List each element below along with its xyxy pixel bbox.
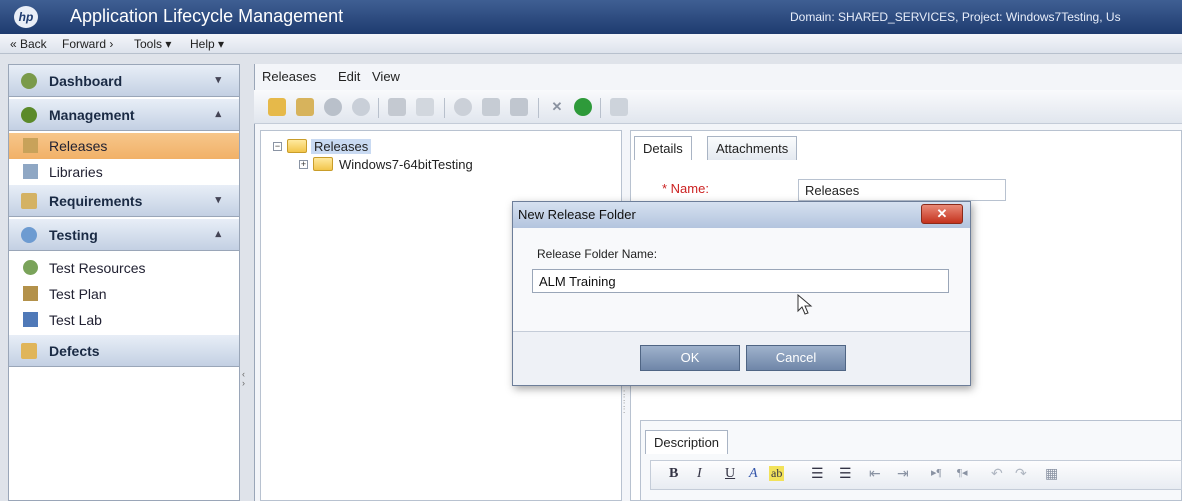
edit-menu[interactable]: Edit bbox=[338, 69, 360, 84]
tree-node-label: Releases bbox=[311, 139, 372, 154]
font-color-button[interactable]: A bbox=[749, 466, 758, 482]
sidebar-group-label: Defects bbox=[49, 343, 100, 359]
sidebar-item-label: Libraries bbox=[49, 164, 103, 180]
sidebar-item-libraries[interactable]: Libraries bbox=[9, 159, 239, 185]
sidebar: Dashboard ▾ Management ▴ Releases Librar… bbox=[8, 64, 240, 501]
rich-text-toolbar: B I U A ab ☰ ☰ ⇤ ⇥ ▸¶ ¶◂ ↶ ↷ ▦ bbox=[650, 460, 1182, 490]
new-folder-icon[interactable] bbox=[268, 98, 286, 116]
chevron-down-icon: ▾ bbox=[215, 194, 221, 206]
tree-node-label: Windows7-64bitTesting bbox=[339, 157, 473, 172]
sidebar-group-requirements[interactable]: Requirements ▾ bbox=[9, 185, 239, 217]
refresh-cycle-icon[interactable] bbox=[352, 98, 370, 116]
back-button[interactable]: « Back bbox=[10, 37, 47, 51]
name-field-label: * Name: bbox=[662, 181, 709, 196]
sidebar-group-label: Requirements bbox=[49, 193, 143, 209]
delete-icon[interactable]: ✕ bbox=[548, 98, 566, 116]
management-icon bbox=[21, 107, 37, 123]
undo-icon[interactable]: ↶ bbox=[991, 466, 1003, 483]
italic-button[interactable]: I bbox=[697, 466, 702, 482]
underline-button[interactable]: U bbox=[725, 466, 735, 482]
name-field[interactable]: Releases bbox=[798, 179, 1006, 201]
schedule-icon[interactable] bbox=[454, 98, 472, 116]
ok-button[interactable]: OK bbox=[640, 345, 740, 371]
ltr-icon[interactable]: ▸¶ bbox=[931, 466, 942, 479]
sidebar-item-test-plan[interactable]: Test Plan bbox=[9, 281, 239, 307]
bullet-list-icon[interactable]: ☰ bbox=[811, 466, 824, 483]
libraries-icon bbox=[23, 164, 38, 179]
folder-icon bbox=[287, 139, 307, 153]
top-menu-bar: « Back Forward › Tools ▾ Help ▾ bbox=[0, 34, 1182, 54]
mouse-cursor-icon bbox=[797, 294, 813, 315]
help-menu[interactable]: Help ▾ bbox=[190, 37, 224, 51]
cut-icon[interactable] bbox=[388, 98, 406, 116]
sidebar-item-test-lab[interactable]: Test Lab bbox=[9, 307, 239, 333]
numbered-list-icon[interactable]: ☰ bbox=[839, 466, 852, 483]
dashboard-icon bbox=[21, 73, 37, 89]
details-icon[interactable] bbox=[610, 98, 628, 116]
app-title: Application Lifecycle Management bbox=[70, 6, 344, 26]
chevron-up-icon: ▴ bbox=[215, 228, 221, 240]
sidebar-group-defects[interactable]: Defects bbox=[9, 335, 239, 367]
defects-icon bbox=[21, 343, 37, 359]
folder-icon bbox=[313, 157, 333, 171]
sidebar-item-test-resources[interactable]: Test Resources bbox=[9, 255, 239, 281]
highlight-button[interactable]: ab bbox=[769, 466, 785, 481]
hp-logo-icon: hp bbox=[14, 6, 38, 28]
move-right-icon[interactable] bbox=[510, 98, 528, 116]
module-toolbar: ✕ bbox=[254, 90, 1182, 124]
title-bar: hp Application Lifecycle Management Doma… bbox=[0, 0, 1182, 34]
paste-icon[interactable] bbox=[416, 98, 434, 116]
domain-project-info: Domain: SHARED_SERVICES, Project: Window… bbox=[790, 10, 1121, 24]
new-release-icon[interactable] bbox=[296, 98, 314, 116]
sidebar-item-releases[interactable]: Releases bbox=[9, 133, 239, 159]
new-cycle-icon[interactable] bbox=[324, 98, 342, 116]
test-plan-icon bbox=[23, 286, 38, 301]
chevron-up-icon: ▴ bbox=[215, 108, 221, 120]
redo-icon[interactable]: ↷ bbox=[1015, 466, 1027, 483]
tab-details[interactable]: Details bbox=[634, 136, 692, 160]
table-icon[interactable]: ▦ bbox=[1045, 466, 1058, 483]
outdent-icon[interactable]: ⇤ bbox=[869, 466, 881, 483]
sidebar-group-dashboard[interactable]: Dashboard ▾ bbox=[9, 65, 239, 97]
tab-description[interactable]: Description bbox=[645, 430, 729, 454]
sidebar-group-management[interactable]: Management ▴ bbox=[9, 99, 239, 131]
releases-menu[interactable]: Releases bbox=[262, 69, 316, 84]
chevron-down-icon: ▾ bbox=[215, 74, 221, 86]
rtl-icon[interactable]: ¶◂ bbox=[957, 466, 968, 479]
dialog-title: New Release Folder bbox=[518, 207, 636, 222]
sidebar-item-label: Test Plan bbox=[49, 286, 107, 302]
sidebar-group-label: Dashboard bbox=[49, 73, 123, 89]
move-left-icon[interactable] bbox=[482, 98, 500, 116]
requirements-icon bbox=[21, 193, 37, 209]
panel-splitter[interactable]: :::: bbox=[623, 389, 625, 415]
module-menu-bar: Releases Edit View bbox=[254, 64, 1182, 88]
sidebar-item-label: Test Lab bbox=[49, 312, 102, 328]
test-resources-icon bbox=[23, 260, 38, 275]
indent-icon[interactable]: ⇥ bbox=[897, 466, 909, 483]
cancel-button[interactable]: Cancel bbox=[746, 345, 846, 371]
sidebar-item-label: Releases bbox=[49, 138, 108, 154]
sidebar-group-label: Management bbox=[49, 107, 135, 123]
sidebar-group-label: Testing bbox=[49, 227, 98, 243]
test-lab-icon bbox=[23, 312, 38, 327]
sidebar-splitter-handle[interactable]: ‹ › bbox=[242, 370, 245, 388]
forward-button[interactable]: Forward › bbox=[62, 37, 113, 51]
release-folder-name-input[interactable] bbox=[532, 269, 949, 293]
expand-icon[interactable]: + bbox=[299, 160, 308, 169]
view-menu[interactable]: View bbox=[372, 69, 400, 84]
releases-icon bbox=[23, 138, 38, 153]
collapse-icon[interactable]: − bbox=[273, 142, 282, 151]
testing-icon bbox=[21, 227, 37, 243]
sidebar-group-testing[interactable]: Testing ▴ bbox=[9, 219, 239, 251]
dialog-close-button[interactable]: ✕ bbox=[921, 204, 963, 224]
sidebar-item-label: Test Resources bbox=[49, 260, 146, 276]
bold-button[interactable]: B bbox=[669, 466, 678, 482]
tab-attachments[interactable]: Attachments bbox=[707, 136, 798, 160]
refresh-icon[interactable] bbox=[574, 98, 592, 116]
release-folder-name-label: Release Folder Name: bbox=[537, 247, 658, 261]
tools-menu[interactable]: Tools ▾ bbox=[134, 37, 171, 51]
